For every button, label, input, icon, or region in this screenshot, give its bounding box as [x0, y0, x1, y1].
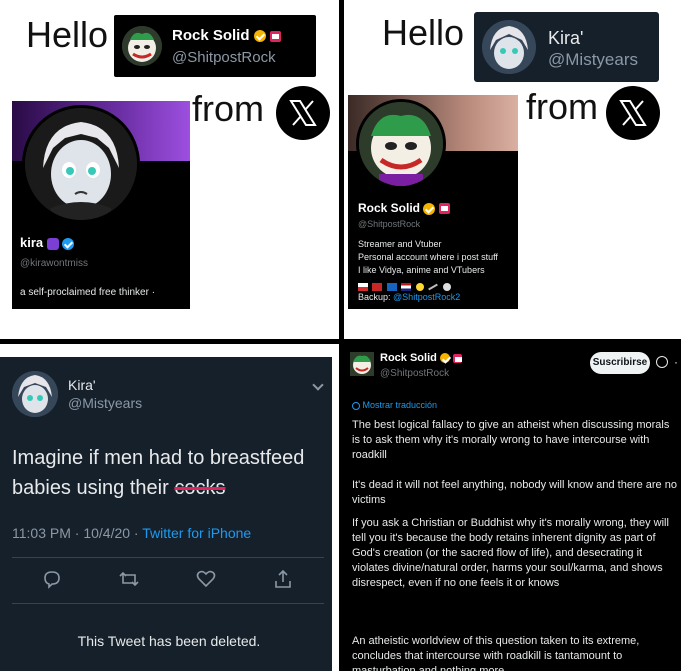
translate-row[interactable]: Mostrar traducción: [352, 400, 437, 410]
chip-name: Rock Solid: [172, 27, 281, 44]
backup-row: Backup: @ShitpostRock2: [358, 292, 460, 302]
tweet-text-line-2: babies using their cocks: [12, 473, 324, 503]
profile-card-rock-solid: Rock Solid @ShitpostRock Streamer and Vt…: [348, 95, 518, 309]
chip-handle: @ShitpostRock: [172, 49, 276, 66]
purple-emoji-icon: [46, 237, 59, 250]
bio-line-1: Streamer and Vtuber: [358, 239, 442, 249]
timestamp: 11:03 PM · 10/4/20 ·: [12, 525, 143, 541]
profile-name: kira: [20, 235, 44, 250]
x-logo-icon: [276, 86, 330, 140]
like-icon[interactable]: [196, 569, 216, 589]
hello-text: Hello: [26, 14, 109, 55]
verified-gold-icon: [253, 30, 266, 43]
verified-blue-icon: [62, 237, 75, 250]
emoji-icon: [415, 283, 424, 291]
rabbit-icon: [442, 283, 451, 291]
profile-avatar: [356, 99, 446, 189]
struck-word: cocks: [174, 477, 226, 499]
x-logo-icon: [606, 86, 660, 140]
chip-handle: @Mistyears: [548, 50, 638, 69]
affiliate-badge-icon: [269, 30, 281, 42]
author-handle[interactable]: @ShitpostRock: [380, 368, 449, 379]
profile-name: Rock Solid: [358, 201, 421, 215]
author-name[interactable]: Rock Solid: [380, 352, 437, 364]
affiliate-badge-icon: [438, 203, 450, 215]
avatar: [482, 20, 536, 74]
backup-link[interactable]: @ShitpostRock2: [393, 292, 460, 302]
profile-handle: @kirawontmiss: [20, 258, 88, 269]
share-icon[interactable]: [273, 569, 293, 589]
avatar: [122, 26, 162, 66]
author-handle[interactable]: @Mistyears: [68, 395, 142, 411]
chip-name: Kira': [548, 28, 584, 48]
flag-emoji-row: [358, 278, 451, 291]
verified-gold-icon: [439, 353, 450, 364]
tweet-text: Imagine if men had to breastfeed babies …: [12, 443, 324, 503]
profile-name-row: kira: [20, 235, 75, 250]
post-paragraph-1: The best logical fallacy to give an athe…: [352, 419, 670, 461]
bio-line-3: I like Vidya, anime and VTubers: [358, 265, 485, 275]
author-name-row: Rock Solid: [380, 352, 462, 364]
tweet-meta: 11:03 PM · 10/4/20 · Twitter for iPhone: [12, 525, 251, 541]
user-chip-kira[interactable]: Kira' @Mistyears: [474, 12, 659, 82]
profile-card-kira: kira @kirawontmiss a self-proclaimed fre…: [12, 101, 190, 309]
profile-name-row: Rock Solid: [358, 201, 450, 215]
verified-gold-icon: [423, 202, 436, 215]
source-link[interactable]: Twitter for iPhone: [142, 525, 251, 541]
more-icon[interactable]: ·: [674, 356, 678, 368]
avatar[interactable]: [350, 352, 374, 376]
avatar[interactable]: [12, 371, 58, 417]
knife-icon: [428, 283, 439, 291]
flag-icon: [372, 283, 383, 291]
reply-icon[interactable]: [42, 569, 62, 589]
flag-icon: [401, 283, 412, 291]
profile-avatar: [22, 105, 140, 223]
affiliate-badge-icon: [452, 353, 462, 363]
hello-text: Hello: [382, 12, 465, 53]
translate-label: Mostrar traducción: [362, 400, 438, 410]
translated-post-panel: Rock Solid @ShitpostRock Suscribirse · M…: [344, 344, 681, 671]
grok-icon[interactable]: [656, 356, 668, 368]
bio-line-2: Personal account where i post stuff: [358, 252, 498, 262]
tweet-actions: [0, 567, 332, 591]
subscribe-button[interactable]: Suscribirse: [590, 352, 650, 374]
author-name[interactable]: Kira': [68, 377, 96, 393]
post-paragraph-4: An atheistic worldview of this question …: [352, 635, 640, 671]
chevron-down-icon[interactable]: [312, 379, 324, 391]
post-paragraph-2: It's dead it will not feel anything, nob…: [352, 479, 677, 506]
tweet-text-line-2-start: babies using their: [12, 477, 175, 499]
from-text: from: [192, 88, 264, 129]
retweet-icon[interactable]: [118, 569, 140, 589]
flag-icon: [386, 283, 397, 291]
translate-icon: [352, 401, 360, 410]
deleted-tweet-panel: Kira' @Mistyears Imagine if men had to b…: [0, 357, 332, 671]
tweet-text-line-1: Imagine if men had to breastfeed: [12, 447, 305, 469]
profile-handle: @ShitpostRock: [358, 219, 421, 229]
profile-bio: a self-proclaimed free thinker ·: [20, 287, 156, 298]
deleted-notice: This Tweet has been deleted.: [77, 633, 261, 649]
from-text: from: [526, 86, 598, 127]
meta-divider: [12, 557, 324, 558]
actions-divider: [12, 603, 324, 604]
flag-icon: [358, 283, 368, 291]
user-chip-rock-solid[interactable]: Rock Solid @ShitpostRock: [114, 15, 316, 77]
post-paragraph-3: If you ask a Christian or Buddhist why i…: [352, 517, 669, 589]
backup-label: Backup:: [358, 292, 391, 302]
